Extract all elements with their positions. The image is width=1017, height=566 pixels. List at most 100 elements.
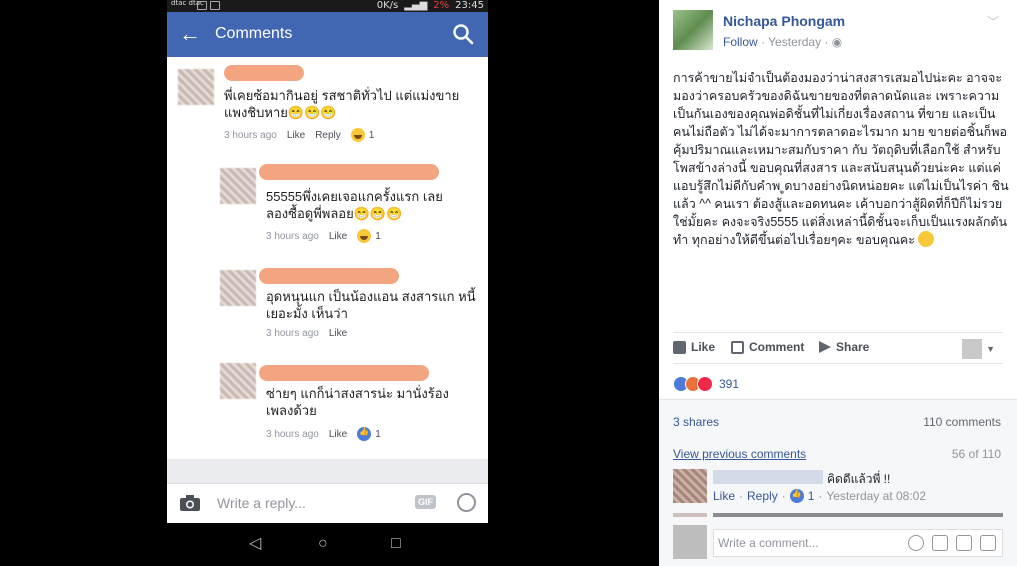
comment-placeholder: Write a comment...	[718, 536, 819, 550]
comments-appbar: ← Comments	[167, 12, 488, 57]
comment-time: 3 hours ago	[224, 129, 277, 141]
comments-count[interactable]: 110 comments	[923, 415, 1001, 429]
reaction-count: 1	[375, 230, 381, 242]
page-selector[interactable]: ▼	[962, 339, 995, 359]
view-previous-comments-link[interactable]: View previous comments	[673, 447, 806, 461]
avatar[interactable]	[178, 69, 214, 105]
comment-button[interactable]: Comment	[731, 340, 804, 354]
gif-icon[interactable]	[956, 535, 972, 551]
post-stats: 3 shares 110 comments	[659, 399, 1017, 443]
shares-link[interactable]: 3 shares	[673, 415, 719, 429]
image-icon	[210, 1, 220, 10]
caret-down-icon: ▼	[986, 344, 995, 354]
comment-text: พี่เคยซ้อมากินอยู่ รสชาติทั่วไป แต่แม่งข…	[224, 88, 460, 120]
comment-meta: Like · Reply · 1 · Yesterday at 08:02	[713, 489, 926, 503]
recents-icon[interactable]: □	[391, 536, 401, 552]
like-label: Like	[691, 340, 716, 354]
reaction-count[interactable]: 1	[808, 489, 815, 503]
post-panel: Nichapa Phongam Follow · Yesterday · ◉ ﹀…	[659, 0, 1017, 566]
author-name[interactable]: Nichapa Phongam	[723, 13, 845, 29]
redacted-name	[259, 365, 429, 381]
post-actions: Like Comment Share ▼	[673, 332, 1003, 364]
share-arrow-icon	[819, 341, 831, 353]
like-link[interactable]: Like	[329, 429, 347, 440]
status-bar: dtac dtac 0K/s ▂▄▆ 2% 23:45	[167, 0, 488, 12]
share-label: Share	[836, 340, 870, 354]
dot-separator: ·	[818, 489, 823, 503]
emoji-icon[interactable]	[457, 493, 476, 512]
page-avatar	[962, 339, 983, 359]
comment-label: Comment	[749, 340, 805, 354]
divider	[167, 459, 488, 483]
avatar[interactable]	[220, 363, 256, 399]
comment-meta: 3 hours ago Like 1	[266, 427, 381, 441]
reaction-summary[interactable]: 391	[673, 376, 739, 392]
like-reaction-icon	[789, 489, 804, 503]
redacted-name	[713, 470, 823, 484]
write-comment-row: Write a comment...	[659, 521, 1017, 566]
avatar[interactable]	[220, 270, 256, 306]
user-avatar	[673, 525, 707, 559]
reply-link[interactable]: Reply	[747, 489, 778, 503]
reaction-summary[interactable]: 1	[357, 427, 381, 441]
comment-time[interactable]: Yesterday at 08:02	[826, 489, 926, 503]
back-arrow-icon[interactable]: ←	[179, 22, 201, 46]
network-speed: 0K/s	[376, 0, 399, 11]
comments-section: View previous comments 56 of 110 คิดดีแล…	[659, 443, 1017, 566]
image-icon	[197, 1, 207, 10]
reaction-summary[interactable]: 1	[357, 229, 381, 243]
comment-page-count: 56 of 110	[951, 447, 1001, 461]
like-button[interactable]: Like	[673, 340, 715, 354]
comment-time: 3 hours ago	[266, 230, 319, 242]
reply-bar: Write a reply... GIF	[167, 483, 488, 523]
dot-separator: ·	[739, 489, 744, 503]
smiley-emoji-icon	[918, 231, 935, 247]
reaction-count: 1	[368, 129, 375, 141]
comment-meta: 3 hours ago Like 1	[266, 229, 381, 243]
comment-feed: พี่เคยซ้อมากินอยู่ รสชาติทั่วไป แต่แม่งข…	[167, 57, 488, 483]
like-link[interactable]: Like	[287, 130, 305, 141]
reaction-count[interactable]: 391	[719, 377, 739, 391]
dot-separator: ·	[781, 489, 786, 503]
emoji-icon[interactable]	[908, 535, 924, 551]
comment-tools	[908, 535, 996, 551]
android-nav-bar: ◁ ○ □	[167, 523, 488, 566]
screen: dtac dtac 0K/s ▂▄▆ 2% 23:45 ← Comments พ…	[0, 0, 1017, 566]
notification-icons	[197, 1, 220, 10]
comment-meta: 3 hours ago Like Reply 1	[224, 128, 374, 142]
camera-icon[interactable]	[932, 535, 948, 551]
back-icon[interactable]: ◁	[249, 536, 261, 552]
camera-icon[interactable]	[179, 494, 201, 512]
chevron-down-icon[interactable]: ﹀	[987, 13, 999, 30]
search-icon[interactable]	[452, 23, 474, 45]
like-reaction-icon	[357, 427, 372, 441]
thumbs-up-icon	[673, 340, 686, 354]
share-button[interactable]: Share	[819, 340, 869, 354]
avatar[interactable]	[220, 168, 256, 204]
home-icon[interactable]: ○	[318, 536, 328, 552]
reply-link[interactable]: Reply	[315, 130, 341, 141]
status-right: 0K/s ▂▄▆ 2% 23:45	[377, 0, 484, 12]
post-text: การค้าขายไม่จำเป็นต้องมองว่าน่าสงสารเสมอ…	[673, 71, 1009, 247]
like-link[interactable]: Like	[329, 231, 347, 242]
page-title: Comments	[215, 25, 293, 42]
author-avatar[interactable]	[673, 10, 713, 50]
love-reaction-icon	[697, 376, 713, 392]
phone-screenshot: dtac dtac 0K/s ▂▄▆ 2% 23:45 ← Comments พ…	[167, 0, 488, 566]
gif-button[interactable]: GIF	[415, 495, 436, 509]
post-time[interactable]: Yesterday	[768, 35, 821, 49]
comment-text: 55555พึ่งเคยเจอแกครั้งแรก เลย ลองซื้อดูพ…	[266, 189, 443, 221]
sticker-icon[interactable]	[980, 535, 996, 551]
comment-input[interactable]: Write a comment...	[713, 529, 1003, 557]
speech-bubble-icon	[731, 340, 744, 354]
reaction-count: 1	[375, 428, 381, 440]
battery-level: 2%	[433, 0, 450, 11]
like-link[interactable]: Like	[713, 489, 735, 503]
reaction-summary[interactable]: 1	[350, 128, 375, 142]
comment-text: คิดดีแล้วพี่ !!	[827, 472, 891, 486]
follow-link[interactable]: Follow	[723, 35, 758, 49]
reply-input[interactable]: Write a reply...	[217, 495, 306, 511]
commenter-avatar[interactable]	[673, 469, 707, 503]
signal-icon: ▂▄▆	[404, 0, 428, 11]
like-link[interactable]: Like	[329, 328, 347, 339]
